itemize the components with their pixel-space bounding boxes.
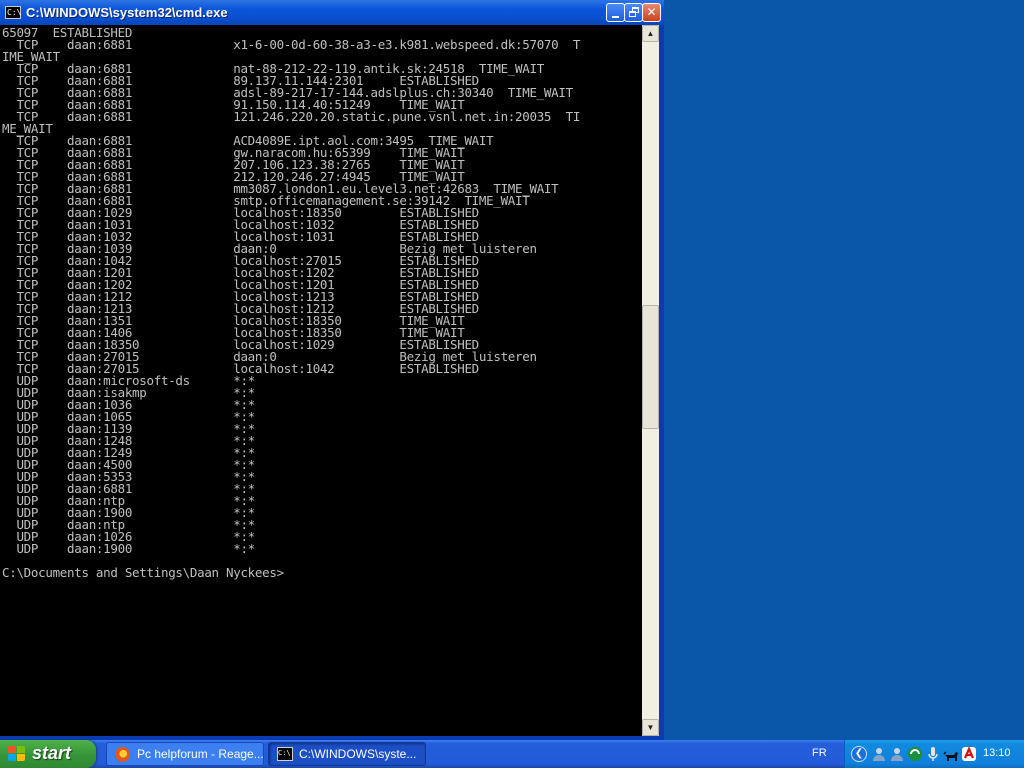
console-output[interactable]: 65097 ESTABLISHED TCP daan:6881 x1-6-00-… <box>0 25 642 736</box>
arrow-down-icon: ▼ <box>646 723 655 732</box>
console-line: C:\Documents and Settings\Daan Nyckees> <box>2 565 284 580</box>
vertical-scrollbar[interactable]: ▲ ▼ <box>642 25 659 736</box>
window-frame-right[interactable] <box>659 25 664 740</box>
maximize-button[interactable] <box>624 3 643 22</box>
task-label: C:\WINDOWS\syste... <box>299 747 417 761</box>
console-line: UDP daan:1900 *:* <box>2 541 255 556</box>
antivirus-icon[interactable] <box>961 746 977 762</box>
users-icon[interactable] <box>889 746 905 762</box>
taskbar-button-cmd[interactable]: C:\ C:\WINDOWS\syste... <box>268 742 426 766</box>
cmd-icon: C:\ <box>277 747 293 761</box>
console-line: TCP daan:6881 121.246.220.20.static.pune… <box>2 109 581 124</box>
title-bar[interactable]: C:\ C:\WINDOWS\system32\cmd.exe ✕ <box>0 0 664 25</box>
task-label: Pc helpforum - Reage... <box>137 747 264 761</box>
dog-icon[interactable] <box>943 746 959 762</box>
console-line: TCP daan:6881 x1-6-00-0d-60-38-a3-e3.k98… <box>2 37 581 52</box>
microphone-icon[interactable] <box>925 746 941 762</box>
arrow-up-icon: ▲ <box>646 29 655 38</box>
system-tray: ❮ 13:10 <box>844 740 1024 768</box>
cmd-window[interactable]: C:\ C:\WINDOWS\system32\cmd.exe ✕ 65097 … <box>0 0 664 740</box>
scroll-up-button[interactable]: ▲ <box>642 25 659 42</box>
language-indicator[interactable]: FR <box>812 747 827 759</box>
network-icon[interactable] <box>907 746 923 762</box>
start-button[interactable]: start <box>0 740 96 768</box>
close-button[interactable]: ✕ <box>642 3 661 22</box>
scroll-down-button[interactable]: ▼ <box>642 719 659 736</box>
users-icon[interactable] <box>871 746 887 762</box>
firefox-icon <box>115 747 130 762</box>
start-label: start <box>32 743 72 763</box>
restore-icon-back <box>629 11 636 17</box>
windows-logo-icon <box>8 746 26 762</box>
scrollbar-thumb[interactable] <box>642 305 659 429</box>
close-icon: ✕ <box>646 5 657 19</box>
minimize-button[interactable] <box>606 3 625 22</box>
clock[interactable]: 13:10 <box>983 747 1011 759</box>
taskbar: start Pc helpforum - Reage... C:\ C:\WIN… <box>0 740 1024 768</box>
show-hidden-icons-chevron[interactable]: ❮ <box>851 746 867 762</box>
console-text: 65097 ESTABLISHED TCP daan:6881 x1-6-00-… <box>0 25 642 579</box>
taskbar-button-firefox[interactable]: Pc helpforum - Reage... <box>106 742 264 766</box>
cmd-icon[interactable]: C:\ <box>5 6 21 19</box>
minimize-icon <box>612 16 619 18</box>
window-title: C:\WINDOWS\system32\cmd.exe <box>26 5 228 20</box>
